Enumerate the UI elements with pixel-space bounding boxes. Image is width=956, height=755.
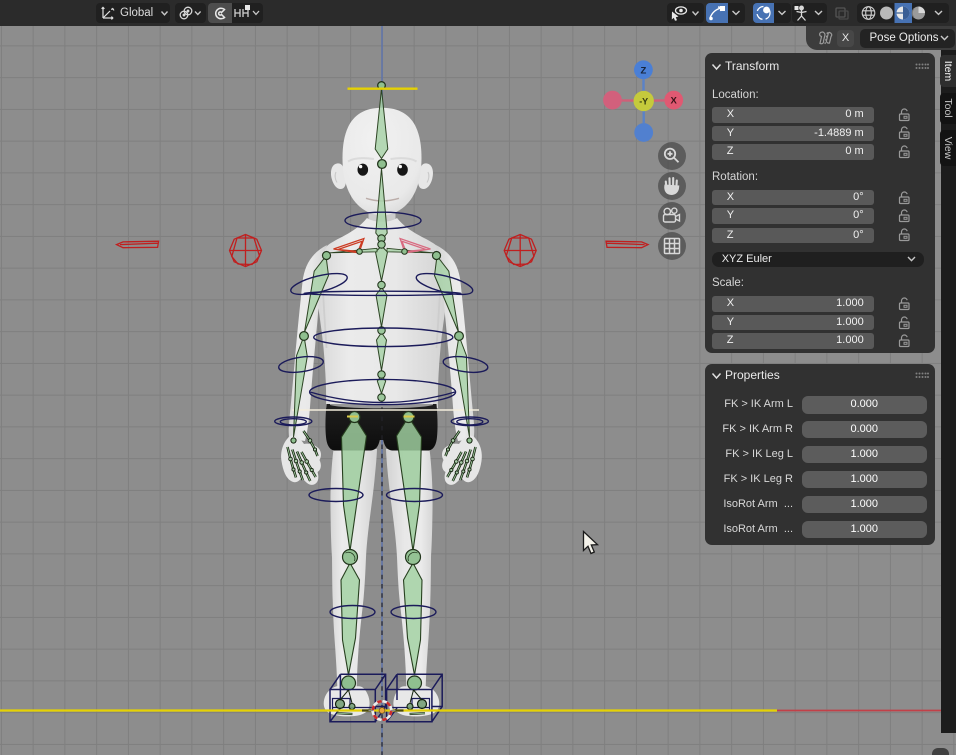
svg-text:Z: Z bbox=[640, 65, 646, 76]
svg-text:-Y: -Y bbox=[639, 97, 648, 107]
svg-text:X: X bbox=[671, 96, 678, 107]
